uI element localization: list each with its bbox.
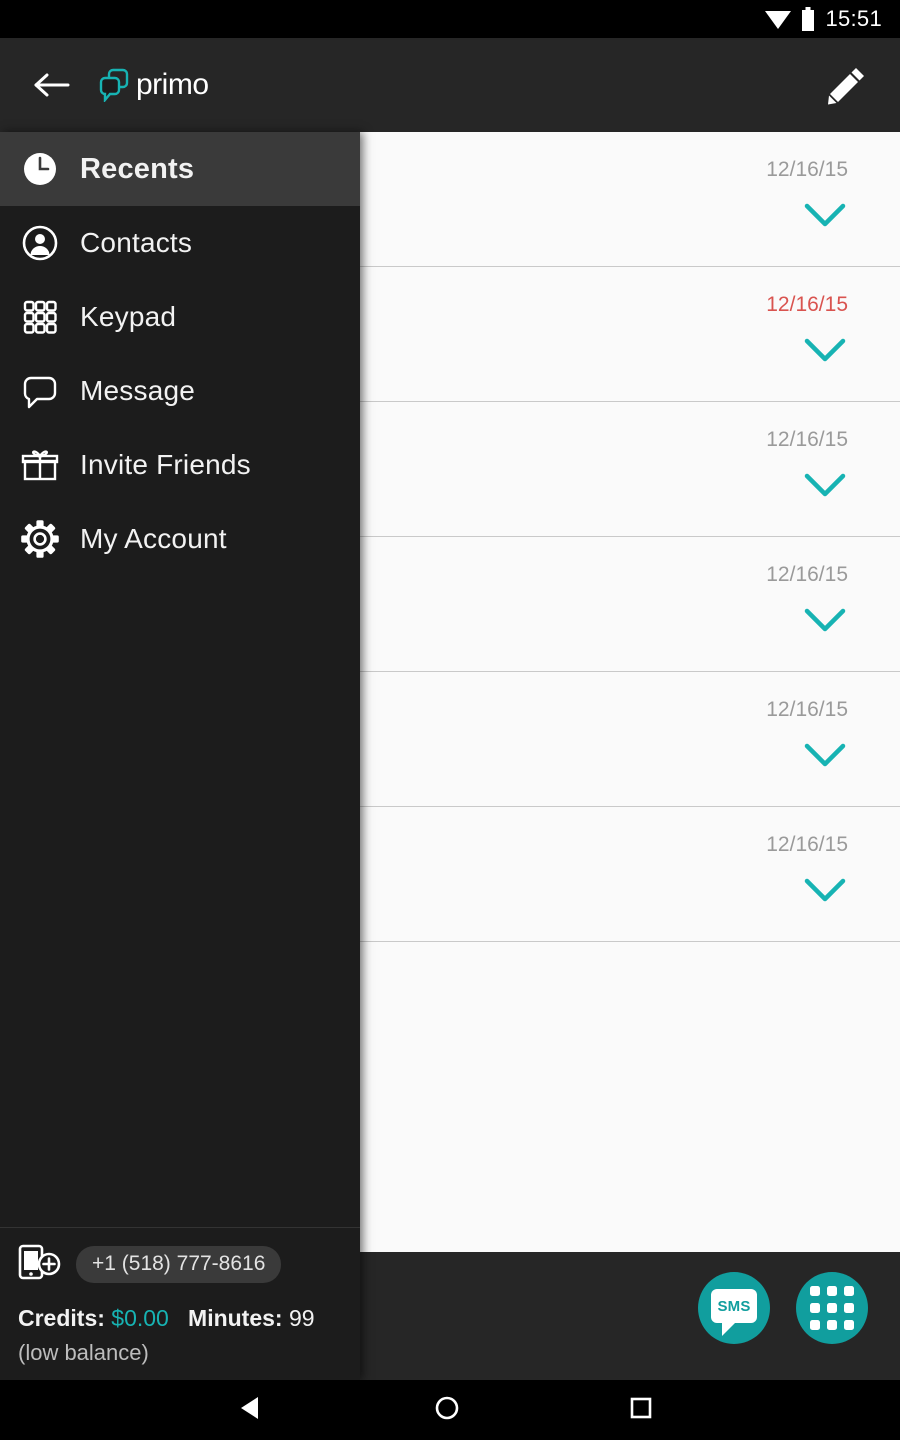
call-row-date: 12/16/15 bbox=[766, 428, 848, 451]
phone-number-row[interactable]: +1 (518) 777-8616 bbox=[18, 1242, 360, 1287]
sidebar-item-label: Keypad bbox=[80, 301, 177, 332]
sidebar-item-label: Contacts bbox=[80, 227, 193, 258]
sidebar-item-label: Recents bbox=[80, 152, 195, 185]
sidebar-item-label: Invite Friends bbox=[80, 449, 251, 480]
android-nav-bar bbox=[0, 1380, 900, 1440]
back-button[interactable] bbox=[33, 65, 73, 105]
status-bar-clock: 15:51 bbox=[825, 6, 882, 31]
expand-row-button[interactable] bbox=[802, 335, 848, 365]
person-circle-icon bbox=[18, 221, 62, 265]
phone-add-icon[interactable] bbox=[18, 1242, 62, 1287]
wifi-icon bbox=[765, 9, 792, 29]
navigation-drawer[interactable]: Recents Contacts Keypad Message Invite Fri… bbox=[0, 132, 360, 1380]
nav-recents-square-icon bbox=[630, 1397, 652, 1418]
sidebar-item-label: Message bbox=[80, 375, 196, 406]
keypad-grid-icon bbox=[810, 1286, 854, 1330]
sms-button-label: SMS bbox=[717, 1297, 751, 1315]
low-balance-note: (low balance) bbox=[18, 1340, 149, 1365]
nav-home-circle-icon bbox=[435, 1396, 459, 1419]
call-row-date: 12/16/15 bbox=[766, 698, 848, 721]
pencil-icon bbox=[828, 68, 864, 105]
sidebar-item-invite-friends[interactable]: Invite Friends bbox=[0, 428, 360, 502]
sidebar-item-contacts[interactable]: Contacts bbox=[0, 206, 360, 280]
minutes-value: 99 bbox=[288, 1305, 315, 1331]
sidebar-item-message[interactable]: Message bbox=[0, 354, 360, 428]
call-row-date: 12/16/15 bbox=[766, 833, 848, 856]
gift-icon bbox=[18, 443, 62, 487]
credits-line: Credits: $0.00 Minutes: 99 bbox=[18, 1305, 360, 1332]
chevron-down-icon bbox=[804, 473, 846, 497]
primo-logo: primo bbox=[99, 68, 209, 102]
chevron-down-icon bbox=[804, 743, 846, 767]
status-bar: 15:51 bbox=[0, 0, 900, 38]
credits-value: $0.00 bbox=[111, 1305, 169, 1331]
expand-row-button[interactable] bbox=[802, 875, 848, 905]
gear-icon bbox=[21, 520, 59, 558]
credits-label: Credits: bbox=[18, 1305, 105, 1331]
sidebar-item-keypad[interactable]: Keypad bbox=[0, 280, 360, 354]
nav-home-button[interactable] bbox=[432, 1393, 462, 1428]
app-bar: primo bbox=[0, 38, 900, 132]
chevron-down-icon bbox=[804, 878, 846, 902]
keypad-button[interactable] bbox=[796, 1272, 868, 1344]
sidebar-item-my-account[interactable]: My Account bbox=[0, 502, 360, 576]
drawer-footer: +1 (518) 777-8616 Credits: $0.00 Minutes… bbox=[0, 1228, 360, 1380]
clock-icon bbox=[24, 153, 56, 185]
expand-row-button[interactable] bbox=[802, 470, 848, 500]
logo-text: primo bbox=[136, 68, 209, 101]
edit-button[interactable] bbox=[824, 62, 870, 108]
phone-number-pill[interactable]: +1 (518) 777-8616 bbox=[76, 1246, 282, 1283]
battery-icon bbox=[801, 7, 815, 31]
expand-row-button[interactable] bbox=[802, 740, 848, 770]
chevron-down-icon bbox=[804, 203, 846, 227]
sidebar-item-label: My Account bbox=[80, 523, 227, 554]
primo-bubbles-icon bbox=[99, 68, 129, 102]
call-row-date: 12/16/15 bbox=[766, 293, 848, 316]
call-row-date: 12/16/15 bbox=[766, 563, 848, 586]
sidebar-item-recents[interactable]: Recents bbox=[0, 132, 360, 206]
nav-back-triangle-icon bbox=[241, 1396, 258, 1419]
arrow-left-icon bbox=[34, 73, 70, 97]
nav-back-button[interactable] bbox=[236, 1393, 266, 1428]
sms-button[interactable]: SMS bbox=[698, 1272, 770, 1344]
sms-bubble-icon: SMS bbox=[711, 1289, 757, 1336]
call-row-date: 12/16/15 bbox=[766, 158, 848, 181]
keypad-grid-icon bbox=[23, 300, 57, 334]
expand-row-button[interactable] bbox=[802, 200, 848, 230]
speech-bubble-icon bbox=[18, 369, 62, 413]
gift-icon bbox=[21, 450, 59, 481]
chevron-down-icon bbox=[804, 608, 846, 632]
app-screen: 15:51 primo 12/16/15 12/16/15 12/16/15 1… bbox=[0, 0, 900, 1440]
minutes-label: Minutes: bbox=[188, 1305, 283, 1331]
keypad-grid-icon bbox=[18, 295, 62, 339]
person-circle-icon bbox=[22, 225, 58, 261]
chevron-down-icon bbox=[804, 338, 846, 362]
speech-bubble-icon bbox=[23, 376, 57, 409]
nav-recents-button[interactable] bbox=[626, 1393, 656, 1428]
gear-icon bbox=[18, 517, 62, 561]
clock-icon bbox=[18, 147, 62, 191]
expand-row-button[interactable] bbox=[802, 605, 848, 635]
